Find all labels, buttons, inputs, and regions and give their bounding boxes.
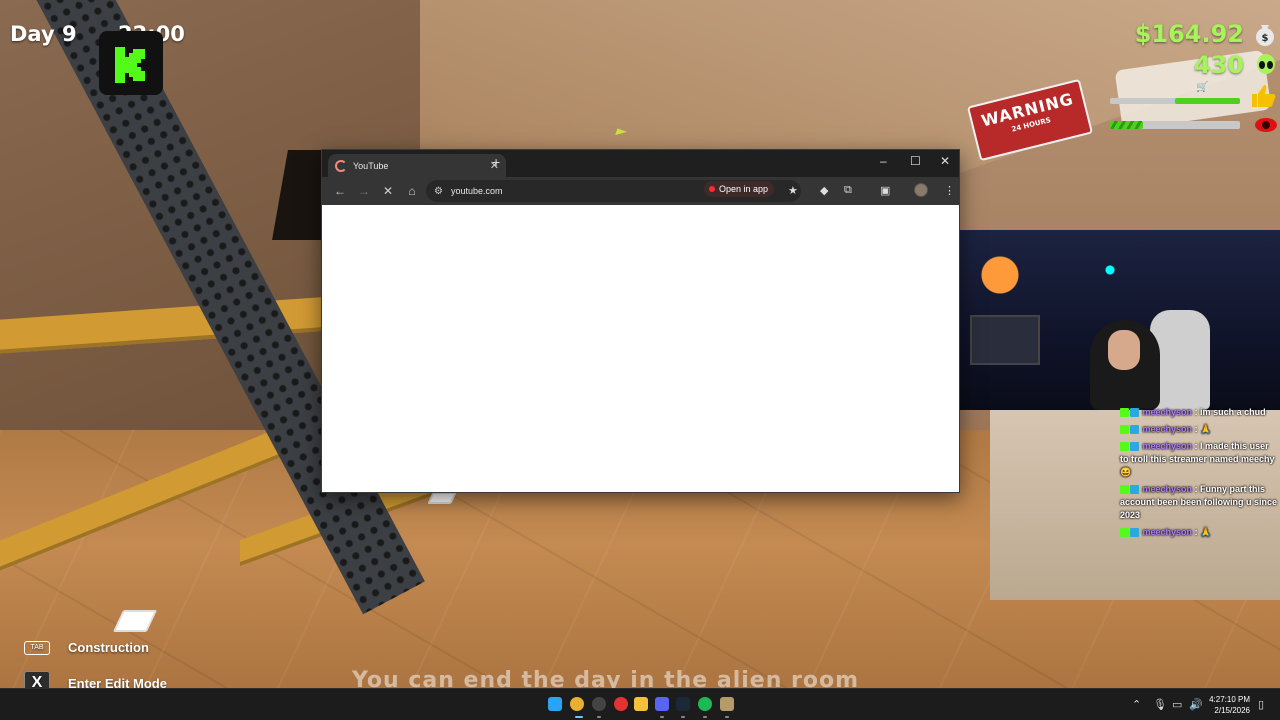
alien-counter: 430 — [1193, 51, 1244, 79]
page-content[interactable] — [322, 206, 959, 492]
kick-badge-icon — [1120, 425, 1129, 435]
tab-youtube[interactable]: YouTube ✕ — [328, 154, 506, 177]
chat-message: meechyson : 🙏 — [1120, 423, 1278, 436]
sub-badge-icon — [1130, 425, 1139, 435]
kick-badge-icon — [1120, 408, 1129, 418]
browser-window[interactable]: YouTube ✕ + – ☐ ✕ ← → ✕ ⌂ ⚙ youtube.com … — [321, 149, 960, 493]
obs-icon[interactable] — [592, 697, 606, 711]
loading-spinner-icon — [335, 159, 347, 172]
alien-icon — [1256, 54, 1276, 83]
webcam-shelf — [970, 315, 1040, 365]
kick-logo-icon — [99, 31, 163, 95]
puzzle-icon[interactable]: ⧉ — [844, 184, 852, 197]
chat-message: meechyson : Funny part this account been… — [1120, 484, 1278, 520]
sub-badge-icon — [1130, 528, 1139, 538]
forward-icon[interactable]: → — [352, 184, 376, 198]
network-icon[interactable]: ▭ — [1172, 698, 1182, 711]
hint-construction: TAB Construction — [24, 640, 149, 655]
kick-badge-icon — [1120, 485, 1129, 495]
open-in-app-button[interactable]: Open in app — [704, 181, 775, 197]
game-icon[interactable] — [720, 697, 734, 711]
discord-icon[interactable] — [655, 697, 669, 711]
svg-text:$: $ — [1262, 33, 1269, 44]
thumbs-up-icon — [1250, 84, 1276, 113]
home-icon[interactable]: ⌂ — [400, 184, 424, 198]
eye-icon — [1254, 117, 1278, 138]
sub-badge-icon — [1130, 485, 1139, 495]
steam-icon[interactable] — [676, 697, 690, 711]
taskbar: ⌃ 🎙 ▭ 🔊 4:27:10 PM 2/15/2026 ▯ — [0, 688, 1280, 720]
money-counter: $164.92 — [1134, 20, 1244, 48]
chevron-up-icon[interactable]: ⌃ — [1132, 698, 1141, 711]
kick-badge-icon — [1120, 528, 1129, 538]
chat-message: meechyson : I made this user to troll th… — [1120, 441, 1275, 477]
stop-loading-icon[interactable]: ✕ — [376, 184, 400, 198]
webcam-overlay — [960, 230, 1280, 410]
system-clock[interactable]: 4:27:10 PM 2/15/2026 — [1209, 694, 1250, 716]
microphone-icon[interactable]: 🎙 — [1153, 698, 1167, 711]
rating-bar — [1110, 98, 1240, 104]
sub-badge-icon — [1130, 408, 1139, 418]
notification-icon[interactable]: ▯ — [1258, 698, 1264, 711]
close-window-button[interactable]: ✕ — [940, 154, 950, 168]
minimize-button[interactable]: – — [880, 154, 887, 168]
new-tab-button[interactable]: + — [492, 154, 500, 170]
menu-icon[interactable]: ⋮ — [944, 184, 955, 197]
browser-toolbar: ← → ✕ ⌂ ⚙ youtube.com Open in app ★ ◆ ⧉ … — [322, 177, 959, 205]
sub-badge-icon — [1130, 442, 1139, 452]
bookmark-star-icon[interactable]: ★ — [788, 184, 798, 197]
profile-avatar[interactable] — [914, 183, 928, 197]
back-icon[interactable]: ← — [328, 184, 352, 198]
site-settings-icon[interactable]: ⚙ — [434, 186, 443, 197]
chat-message: meechyson : im such a chud — [1120, 406, 1278, 419]
url-text[interactable]: youtube.com — [451, 186, 503, 196]
maximize-button[interactable]: ☐ — [910, 154, 921, 168]
side-panel-icon[interactable]: ▣ — [880, 184, 890, 197]
chat-overlay: meechyson : im such a chud meechyson : 🙏… — [1120, 406, 1278, 543]
chrome-icon[interactable] — [570, 697, 584, 711]
tab-title: YouTube — [353, 160, 389, 171]
tab-strip[interactable]: YouTube ✕ + – ☐ ✕ — [322, 150, 959, 177]
kick-badge-icon — [1120, 442, 1129, 452]
hint-label: Construction — [68, 640, 149, 655]
cart-icon: 🛒 — [1196, 82, 1209, 93]
youtube-icon — [709, 186, 715, 192]
windows-start-icon[interactable] — [548, 697, 562, 711]
file-explorer-icon[interactable] — [634, 697, 648, 711]
webcam-face — [1108, 330, 1140, 370]
tab-key-icon: TAB — [24, 640, 50, 655]
money-bag-icon: $ — [1254, 22, 1276, 51]
detection-bar — [1110, 121, 1240, 129]
volume-icon[interactable]: 🔊 — [1189, 698, 1203, 711]
spotify-icon[interactable] — [698, 697, 712, 711]
chat-message: meechyson : 🙏 — [1120, 526, 1278, 539]
extension-icon[interactable]: ◆ — [820, 184, 828, 197]
day-label: Day 9 — [10, 22, 77, 46]
opera-icon[interactable] — [614, 697, 628, 711]
